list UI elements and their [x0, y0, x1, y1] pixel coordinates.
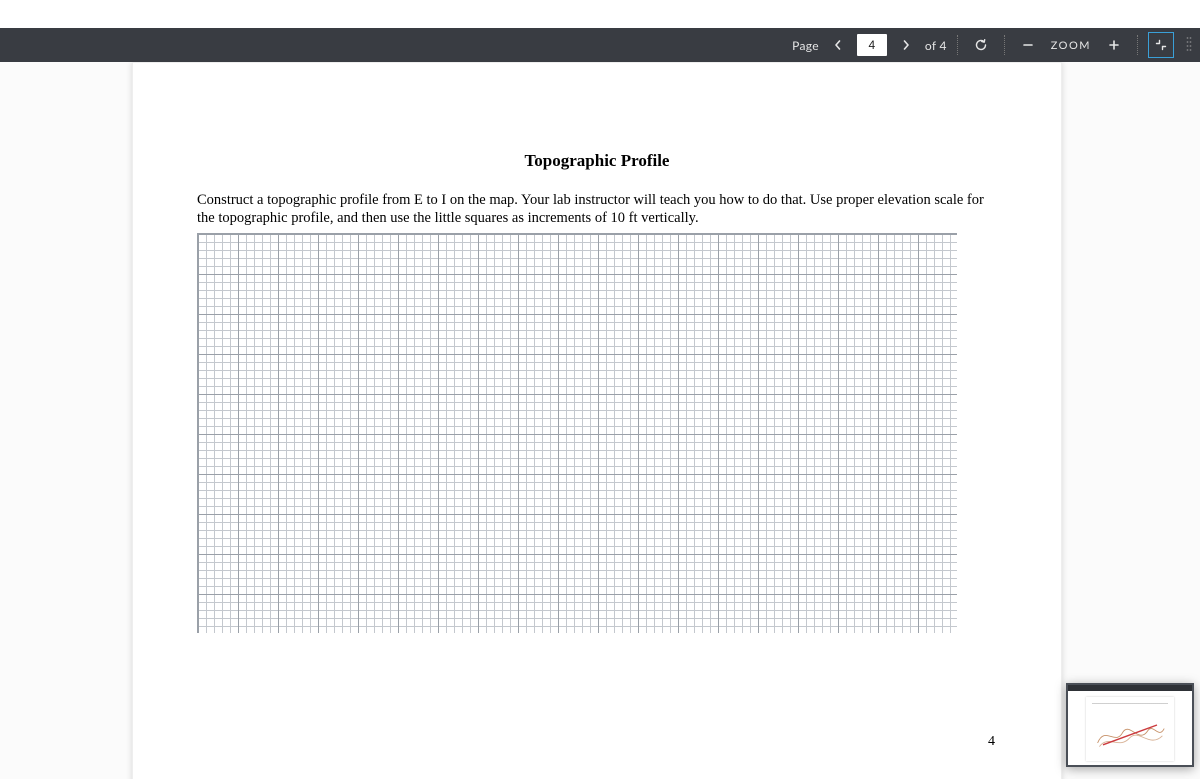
minus-icon: [1022, 39, 1034, 51]
chevron-right-icon: [901, 40, 911, 50]
contract-icon: [1155, 39, 1167, 51]
zoom-in-button[interactable]: [1101, 32, 1127, 58]
document-viewport[interactable]: Topographic Profile Construct a topograp…: [0, 62, 1200, 779]
page-number-input[interactable]: [857, 34, 887, 56]
toolbar-divider: [957, 35, 958, 55]
grip-dots-icon: [1186, 36, 1192, 54]
document-page: Topographic Profile Construct a topograp…: [132, 62, 1062, 779]
toolbar-divider: [1137, 35, 1138, 55]
prev-page-button[interactable]: [825, 32, 851, 58]
zoom-label: ZOOM: [1051, 39, 1091, 52]
toolbar-divider: [1004, 35, 1005, 55]
pip-topbar: [1068, 685, 1192, 691]
total-pages-label: of 4: [925, 38, 947, 53]
pip-thumbnail[interactable]: [1066, 683, 1194, 767]
next-page-button[interactable]: [893, 32, 919, 58]
fullscreen-toggle-button[interactable]: [1148, 32, 1174, 58]
page-title: Topographic Profile: [197, 151, 997, 171]
zoom-out-button[interactable]: [1015, 32, 1041, 58]
page-label: Page: [792, 38, 819, 53]
pip-map-icon: [1094, 713, 1166, 755]
plus-icon: [1108, 39, 1120, 51]
viewer-toolbar: Page of 4 ZOOM: [0, 28, 1200, 62]
rotate-icon: [974, 38, 988, 52]
page-number: 4: [988, 734, 995, 750]
rotate-button[interactable]: [968, 32, 994, 58]
toolbar-drag-handle[interactable]: [1184, 32, 1194, 58]
graph-paper-grid: [197, 233, 957, 633]
window-top-spacer: [0, 0, 1200, 28]
instructions-text: Construct a topographic profile from E t…: [197, 191, 997, 227]
chevron-left-icon: [833, 40, 843, 50]
pip-page-preview: [1086, 697, 1174, 761]
